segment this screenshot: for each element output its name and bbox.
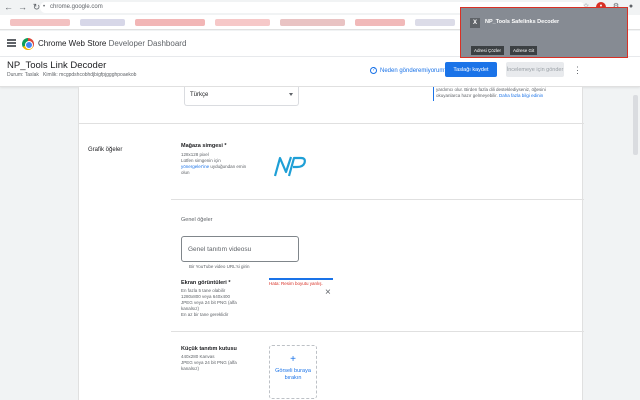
store-icon-desc: 128x128 pixel Lütfen simgenin için yöner… bbox=[181, 152, 247, 175]
extension-popup: X NP_Tools Safelinks Decoder Adresi Çözl… bbox=[460, 7, 628, 58]
guidelines-link[interactable]: yönergeler'ine bbox=[181, 164, 209, 169]
promo-video-input[interactable] bbox=[181, 236, 299, 262]
back-icon[interactable]: ← bbox=[3, 2, 14, 13]
submit-review-button[interactable]: İncelemeye için gönder bbox=[506, 62, 564, 77]
language-side-note: yardımcı olur. Birden fazla dili destekl… bbox=[433, 87, 561, 101]
screenshots-title: Ekran görüntüleri * bbox=[181, 280, 231, 286]
app-title: Chrome Web Store Developer Dashboard bbox=[38, 39, 186, 48]
app-title-sub: Developer Dashboard bbox=[108, 39, 187, 48]
bookmark-item[interactable] bbox=[135, 19, 205, 26]
scrollbar-thumb[interactable] bbox=[633, 95, 638, 155]
image-upload-dropzone[interactable]: + Görseli buraya bırakın bbox=[269, 345, 317, 399]
bookmark-item[interactable] bbox=[415, 19, 455, 26]
bookmark-item[interactable] bbox=[80, 19, 125, 26]
menu-icon[interactable] bbox=[7, 39, 16, 47]
screenshot-upload-progress bbox=[269, 278, 333, 280]
extension-popup-title: NP_Tools Safelinks Decoder bbox=[485, 19, 560, 25]
item-status: Durum: Taslak bbox=[7, 72, 39, 78]
bookmark-item[interactable] bbox=[215, 19, 270, 26]
small-promo-title: Küçük tanıtım kutusu bbox=[181, 346, 237, 352]
screenshot-error-text: Hata: Resim boyutu yanlış. bbox=[269, 281, 323, 286]
side-note-bar bbox=[433, 87, 434, 101]
graphics-section-label: Grafik öğeler bbox=[88, 147, 123, 153]
add-icon: + bbox=[290, 354, 296, 365]
bookmark-item[interactable] bbox=[10, 19, 70, 26]
chrome-web-store-logo-icon bbox=[22, 38, 34, 50]
save-draft-button[interactable]: Taslağı kaydet bbox=[445, 62, 497, 77]
item-meta: Durum: Taslak Kimlik: mcgpdshcobhdjbigfp… bbox=[7, 72, 136, 78]
bookmark-item[interactable] bbox=[280, 19, 345, 26]
address-url: chrome.google.com bbox=[50, 4, 103, 10]
item-header: NP_Tools Link Decoder Durum: Taslak Kiml… bbox=[0, 57, 640, 87]
go-to-address-button[interactable]: Adrese Git bbox=[510, 46, 538, 55]
listing-card: Türkçe yardımcı olur. Birden fazla dili … bbox=[78, 87, 584, 400]
bookmark-item[interactable] bbox=[355, 19, 405, 26]
close-icon[interactable]: × bbox=[325, 288, 331, 298]
promo-video-help: Bir YouTube video URL'si girin bbox=[189, 264, 250, 269]
field-divider bbox=[171, 199, 584, 200]
more-vert-icon[interactable]: ⋮ bbox=[573, 65, 582, 75]
extension-logo-icon: X bbox=[470, 18, 480, 28]
help-link-text: Neden gönderemiyorum? bbox=[380, 67, 448, 74]
help-link[interactable]: ? Neden gönderemiyorum? bbox=[370, 67, 448, 74]
side-note-link[interactable]: Daha fazla bilgi edinin bbox=[499, 93, 543, 98]
np-logo-icon bbox=[273, 156, 306, 177]
language-select[interactable]: Türkçe bbox=[184, 87, 299, 106]
help-icon: ? bbox=[370, 67, 377, 74]
screenshots-desc: En fazla 5 tane olabilir 1280x800 veya 6… bbox=[181, 288, 237, 317]
field-divider bbox=[171, 331, 584, 332]
dropdown-arrow-icon bbox=[289, 93, 293, 96]
store-icon-title: Mağaza simgesi * bbox=[181, 143, 227, 149]
item-id: Kimlik: mcgpdshcobhdjbigfpjggghpoaekob bbox=[43, 72, 137, 78]
lock-icon: • bbox=[43, 4, 46, 10]
item-title: NP_Tools Link Decoder bbox=[7, 60, 107, 71]
decode-address-button[interactable]: Adresi Çözler bbox=[471, 46, 505, 55]
app-title-main: Chrome Web Store bbox=[38, 39, 107, 48]
forward-icon[interactable]: → bbox=[17, 2, 28, 13]
language-select-value: Türkçe bbox=[190, 92, 209, 98]
small-promo-desc: 440x280 Kanvas JPEG veya 24 bit PNG (alf… bbox=[181, 354, 237, 371]
upload-text: Görseli buraya bırakın bbox=[275, 368, 311, 381]
general-assets-label: Genel öğeler bbox=[181, 217, 213, 223]
section-divider bbox=[79, 123, 584, 124]
